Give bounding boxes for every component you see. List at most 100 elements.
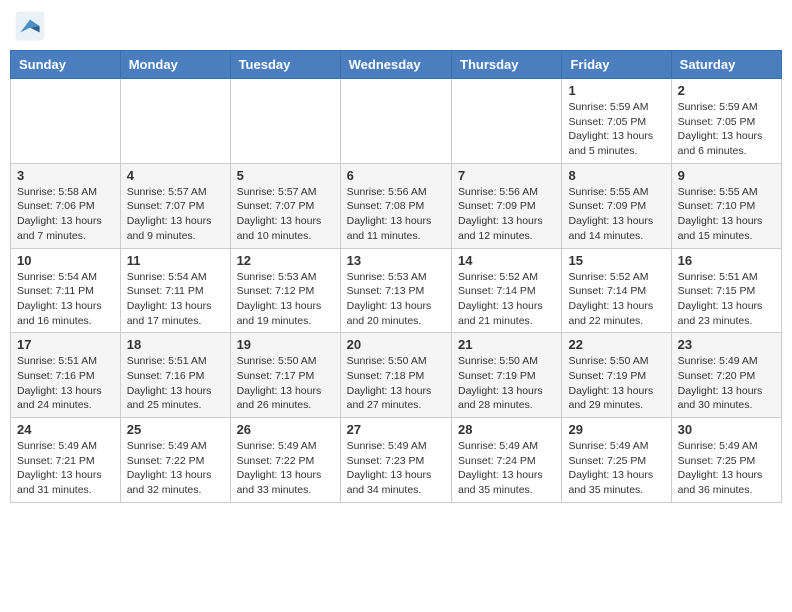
day-number: 3 xyxy=(17,168,114,183)
day-info: Sunrise: 5:53 AMSunset: 7:13 PMDaylight:… xyxy=(347,270,445,329)
day-cell: 27Sunrise: 5:49 AMSunset: 7:23 PMDayligh… xyxy=(340,418,451,503)
day-info: Sunrise: 5:51 AMSunset: 7:15 PMDaylight:… xyxy=(678,270,775,329)
day-cell xyxy=(11,79,121,164)
day-number: 22 xyxy=(568,337,664,352)
week-row-3: 17 Sunrise: 5:51 AMSunset: 7:16 PMDayligh… xyxy=(11,333,782,418)
day-number: 19 xyxy=(237,337,334,352)
day-cell: 22Sunrise: 5:50 AMSunset: 7:19 PMDayligh… xyxy=(562,333,671,418)
day-number: 12 xyxy=(237,253,334,268)
day-cell: 3 Sunrise: 5:58 AMSunset: 7:06 PMDaylight… xyxy=(11,163,121,248)
day-number: 4 xyxy=(127,168,224,183)
day-number: 11 xyxy=(127,253,224,268)
day-cell: 4 Sunrise: 5:57 AMSunset: 7:07 PMDaylight… xyxy=(120,163,230,248)
day-number: 15 xyxy=(568,253,664,268)
day-info: Sunrise: 5:55 AMSunset: 7:10 PMDaylight:… xyxy=(678,185,775,244)
day-info: Sunrise: 5:51 AMSunset: 7:16 PMDaylight:… xyxy=(127,354,224,413)
weekday-header-friday: Friday xyxy=(562,51,671,79)
calendar-table: SundayMondayTuesdayWednesdayThursdayFrid… xyxy=(10,50,782,503)
day-cell: 5 Sunrise: 5:57 AMSunset: 7:07 PMDaylight… xyxy=(230,163,340,248)
day-cell: 20 Sunrise: 5:50 AMSunset: 7:18 PMDayligh… xyxy=(340,333,451,418)
day-cell: 11 Sunrise: 5:54 AMSunset: 7:11 PMDayligh… xyxy=(120,248,230,333)
day-number: 24 xyxy=(17,422,114,437)
logo xyxy=(14,10,50,42)
day-cell: 16 Sunrise: 5:51 AMSunset: 7:15 PMDayligh… xyxy=(671,248,781,333)
week-row-4: 24 Sunrise: 5:49 AMSunset: 7:21 PMDayligh… xyxy=(11,418,782,503)
day-cell xyxy=(452,79,562,164)
day-cell: 18 Sunrise: 5:51 AMSunset: 7:16 PMDayligh… xyxy=(120,333,230,418)
day-info: Sunrise: 5:49 AMSunset: 7:22 PMDaylight:… xyxy=(237,439,334,498)
weekday-header-tuesday: Tuesday xyxy=(230,51,340,79)
day-cell: 21Sunrise: 5:50 AMSunset: 7:19 PMDayligh… xyxy=(452,333,562,418)
day-info: Sunrise: 5:49 AMSunset: 7:20 PMDaylight:… xyxy=(678,354,775,413)
page-header xyxy=(10,10,782,42)
day-cell: 29Sunrise: 5:49 AMSunset: 7:25 PMDayligh… xyxy=(562,418,671,503)
day-number: 1 xyxy=(568,83,664,98)
weekday-header-thursday: Thursday xyxy=(452,51,562,79)
day-number: 10 xyxy=(17,253,114,268)
day-cell xyxy=(120,79,230,164)
day-cell: 8 Sunrise: 5:55 AMSunset: 7:09 PMDaylight… xyxy=(562,163,671,248)
day-info: Sunrise: 5:49 AMSunset: 7:22 PMDaylight:… xyxy=(127,439,224,498)
day-cell: 1 Sunrise: 5:59 AMSunset: 7:05 PMDaylight… xyxy=(562,79,671,164)
day-number: 16 xyxy=(678,253,775,268)
day-info: Sunrise: 5:49 AMSunset: 7:21 PMDaylight:… xyxy=(17,439,114,498)
day-cell: 25 Sunrise: 5:49 AMSunset: 7:22 PMDayligh… xyxy=(120,418,230,503)
day-info: Sunrise: 5:49 AMSunset: 7:25 PMDaylight:… xyxy=(678,439,775,498)
logo-icon xyxy=(14,10,46,42)
day-info: Sunrise: 5:49 AMSunset: 7:25 PMDaylight:… xyxy=(568,439,664,498)
day-info: Sunrise: 5:54 AMSunset: 7:11 PMDaylight:… xyxy=(17,270,114,329)
day-cell: 14Sunrise: 5:52 AMSunset: 7:14 PMDayligh… xyxy=(452,248,562,333)
day-info: Sunrise: 5:51 AMSunset: 7:16 PMDaylight:… xyxy=(17,354,114,413)
day-info: Sunrise: 5:57 AMSunset: 7:07 PMDaylight:… xyxy=(237,185,334,244)
weekday-header-row: SundayMondayTuesdayWednesdayThursdayFrid… xyxy=(11,51,782,79)
day-number: 14 xyxy=(458,253,555,268)
day-number: 27 xyxy=(347,422,445,437)
day-number: 26 xyxy=(237,422,334,437)
week-row-2: 10 Sunrise: 5:54 AMSunset: 7:11 PMDayligh… xyxy=(11,248,782,333)
day-info: Sunrise: 5:49 AMSunset: 7:24 PMDaylight:… xyxy=(458,439,555,498)
day-info: Sunrise: 5:56 AMSunset: 7:09 PMDaylight:… xyxy=(458,185,555,244)
weekday-header-saturday: Saturday xyxy=(671,51,781,79)
day-number: 23 xyxy=(678,337,775,352)
day-info: Sunrise: 5:50 AMSunset: 7:19 PMDaylight:… xyxy=(458,354,555,413)
day-info: Sunrise: 5:50 AMSunset: 7:18 PMDaylight:… xyxy=(347,354,445,413)
day-number: 25 xyxy=(127,422,224,437)
day-cell: 17 Sunrise: 5:51 AMSunset: 7:16 PMDayligh… xyxy=(11,333,121,418)
day-cell: 23 Sunrise: 5:49 AMSunset: 7:20 PMDayligh… xyxy=(671,333,781,418)
day-info: Sunrise: 5:59 AMSunset: 7:05 PMDaylight:… xyxy=(568,100,664,159)
day-number: 18 xyxy=(127,337,224,352)
day-info: Sunrise: 5:58 AMSunset: 7:06 PMDaylight:… xyxy=(17,185,114,244)
day-cell: 13Sunrise: 5:53 AMSunset: 7:13 PMDayligh… xyxy=(340,248,451,333)
day-cell: 2 Sunrise: 5:59 AMSunset: 7:05 PMDaylight… xyxy=(671,79,781,164)
week-row-0: 1 Sunrise: 5:59 AMSunset: 7:05 PMDaylight… xyxy=(11,79,782,164)
day-cell: 24 Sunrise: 5:49 AMSunset: 7:21 PMDayligh… xyxy=(11,418,121,503)
day-info: Sunrise: 5:59 AMSunset: 7:05 PMDaylight:… xyxy=(678,100,775,159)
day-cell: 10 Sunrise: 5:54 AMSunset: 7:11 PMDayligh… xyxy=(11,248,121,333)
day-cell xyxy=(230,79,340,164)
day-number: 9 xyxy=(678,168,775,183)
day-cell: 12Sunrise: 5:53 AMSunset: 7:12 PMDayligh… xyxy=(230,248,340,333)
day-info: Sunrise: 5:55 AMSunset: 7:09 PMDaylight:… xyxy=(568,185,664,244)
day-number: 6 xyxy=(347,168,445,183)
day-cell: 6 Sunrise: 5:56 AMSunset: 7:08 PMDaylight… xyxy=(340,163,451,248)
day-cell: 28 Sunrise: 5:49 AMSunset: 7:24 PMDayligh… xyxy=(452,418,562,503)
day-cell: 30 Sunrise: 5:49 AMSunset: 7:25 PMDayligh… xyxy=(671,418,781,503)
day-number: 8 xyxy=(568,168,664,183)
day-info: Sunrise: 5:52 AMSunset: 7:14 PMDaylight:… xyxy=(568,270,664,329)
day-cell: 9 Sunrise: 5:55 AMSunset: 7:10 PMDaylight… xyxy=(671,163,781,248)
day-info: Sunrise: 5:56 AMSunset: 7:08 PMDaylight:… xyxy=(347,185,445,244)
day-cell: 26 Sunrise: 5:49 AMSunset: 7:22 PMDayligh… xyxy=(230,418,340,503)
day-number: 30 xyxy=(678,422,775,437)
day-number: 20 xyxy=(347,337,445,352)
day-number: 2 xyxy=(678,83,775,98)
week-row-1: 3 Sunrise: 5:58 AMSunset: 7:06 PMDaylight… xyxy=(11,163,782,248)
day-info: Sunrise: 5:57 AMSunset: 7:07 PMDaylight:… xyxy=(127,185,224,244)
day-number: 7 xyxy=(458,168,555,183)
day-number: 28 xyxy=(458,422,555,437)
weekday-header-sunday: Sunday xyxy=(11,51,121,79)
day-number: 17 xyxy=(17,337,114,352)
day-number: 5 xyxy=(237,168,334,183)
day-info: Sunrise: 5:54 AMSunset: 7:11 PMDaylight:… xyxy=(127,270,224,329)
weekday-header-wednesday: Wednesday xyxy=(340,51,451,79)
day-cell: 19Sunrise: 5:50 AMSunset: 7:17 PMDayligh… xyxy=(230,333,340,418)
